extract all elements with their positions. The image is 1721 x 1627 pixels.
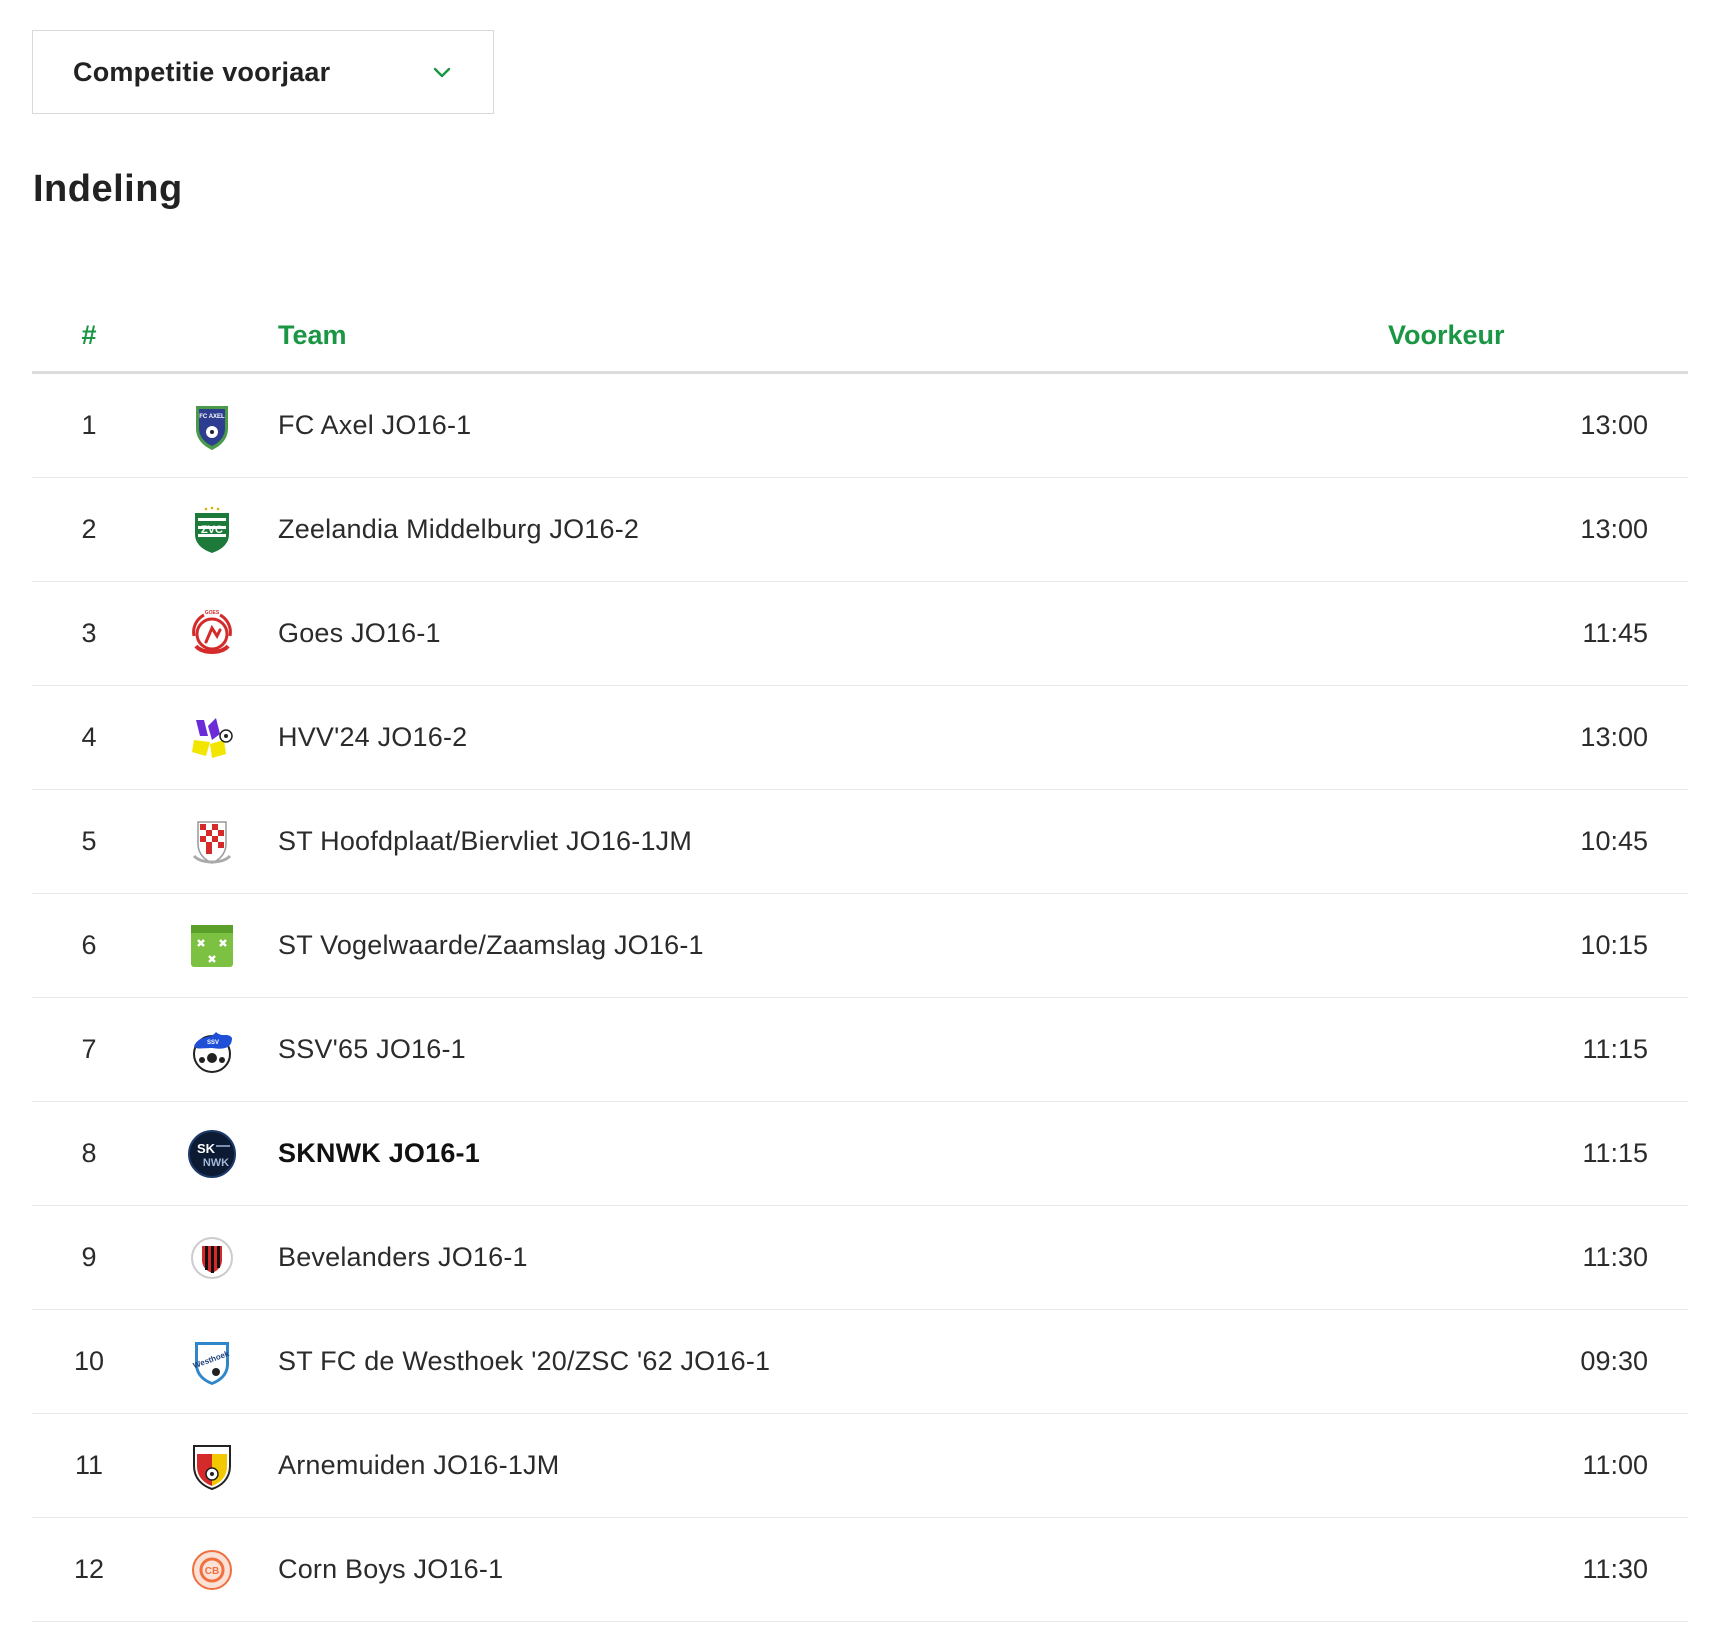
row-rank: 2 xyxy=(81,514,97,544)
row-rank: 8 xyxy=(81,1138,97,1168)
row-team-name: Arnemuiden JO16-1JM xyxy=(278,1450,560,1480)
table-row[interactable]: 11 Arnemuiden JO16-1JM 11:00 xyxy=(32,1414,1688,1518)
row-preference: 10:15 xyxy=(1580,930,1648,960)
row-team-name: Bevelanders JO16-1 xyxy=(278,1242,528,1272)
header-preference: Voorkeur xyxy=(1388,320,1505,350)
standings-table: # Team Voorkeur 1 FC AXEL FC Axel JO16-1… xyxy=(32,300,1688,1622)
row-preference: 13:00 xyxy=(1580,410,1648,440)
table-row[interactable]: 6 ST Vogelwaarde/Zaamslag JO16-1 10:15 xyxy=(32,894,1688,998)
row-preference: 13:00 xyxy=(1580,514,1648,544)
svg-text:CB: CB xyxy=(205,1566,219,1577)
row-team-name: FC Axel JO16-1 xyxy=(278,410,472,440)
row-preference: 09:30 xyxy=(1580,1346,1648,1376)
table-header: # Team Voorkeur xyxy=(32,300,1688,374)
vogelwaarde-zaamslag-logo xyxy=(191,924,233,967)
row-rank: 9 xyxy=(81,1242,97,1272)
header-team: Team xyxy=(278,320,347,350)
row-preference: 10:45 xyxy=(1580,826,1648,856)
row-rank: 6 xyxy=(81,930,97,960)
table-row[interactable]: 4 HVV'24 JO16-2 13:00 xyxy=(32,686,1688,790)
row-team-name: SKNWK JO16-1 xyxy=(278,1138,480,1168)
competition-select[interactable]: Competitie voorjaar xyxy=(32,30,494,114)
table-row[interactable]: 12 CB Corn Boys JO16-1 11:30 xyxy=(32,1518,1688,1622)
row-team-name: SSV'65 JO16-1 xyxy=(278,1034,466,1064)
ssv65-logo: SSV xyxy=(193,1031,232,1073)
row-rank: 4 xyxy=(81,722,97,752)
header-rank: # xyxy=(81,320,97,350)
row-team-name: Zeelandia Middelburg JO16-2 xyxy=(278,514,640,544)
svg-text:NWK: NWK xyxy=(203,1157,229,1169)
row-preference: 11:15 xyxy=(1582,1138,1648,1168)
row-rank: 5 xyxy=(81,826,97,856)
svg-text:SSV: SSV xyxy=(207,1040,219,1046)
table-row[interactable]: 3 GOES Goes JO16-1 11:45 xyxy=(32,582,1688,686)
table-row[interactable]: 7 SSV SSV'65 JO16-1 11:15 xyxy=(32,998,1688,1102)
svg-text:FC AXEL: FC AXEL xyxy=(199,414,225,420)
svg-text:SK: SK xyxy=(197,1141,216,1156)
row-team-name: ST FC de Westhoek '20/ZSC '62 JO16-1 xyxy=(278,1346,771,1376)
zeelandia-middelburg-logo: ZVC xyxy=(195,506,229,553)
table-row[interactable]: 10 Westhoek ST FC de Westhoek '20/ZSC '6… xyxy=(32,1310,1688,1414)
westhoek-logo: Westhoek xyxy=(192,1341,231,1385)
row-preference: 11:45 xyxy=(1582,618,1648,648)
arnemuiden-logo xyxy=(193,1444,231,1490)
row-rank: 11 xyxy=(74,1450,104,1480)
row-preference: 11:30 xyxy=(1582,1242,1648,1272)
page-title: Indeling xyxy=(33,168,183,210)
row-team-name: ST Hoofdplaat/Biervliet JO16-1JM xyxy=(278,826,693,856)
row-team-name: ST Vogelwaarde/Zaamslag JO16-1 xyxy=(278,930,704,960)
row-rank: 7 xyxy=(81,1034,97,1064)
row-preference: 11:30 xyxy=(1582,1554,1648,1584)
row-team-name: HVV'24 JO16-2 xyxy=(278,722,468,752)
hoofdplaat-biervliet-logo xyxy=(192,820,232,864)
table-row[interactable]: 9 Bevelanders JO16-1 11:30 xyxy=(32,1206,1688,1310)
page: Competitie voorjaar Indeling # Team Voor… xyxy=(0,0,1721,1627)
row-preference: 11:00 xyxy=(1582,1450,1648,1480)
table-row[interactable]: 5 ST Hoofdplaat/Biervliet JO16-1JM 10:45 xyxy=(32,790,1688,894)
table-row[interactable]: 1 FC AXEL FC Axel JO16-1 13:00 xyxy=(32,374,1688,478)
svg-text:ZVC: ZVC xyxy=(201,524,223,536)
row-rank: 12 xyxy=(73,1554,105,1584)
row-preference: 11:15 xyxy=(1582,1034,1648,1064)
competition-select-value: Competitie voorjaar xyxy=(73,56,331,87)
bevelanders-logo xyxy=(191,1236,233,1279)
row-team-name: Corn Boys JO16-1 xyxy=(278,1554,504,1584)
sknwk-logo: SK NWK xyxy=(188,1129,236,1178)
row-rank: 1 xyxy=(81,410,97,440)
corn-boys-logo: CB xyxy=(192,1549,232,1590)
row-rank: 10 xyxy=(73,1346,105,1376)
table-row[interactable]: 2 ZVC Zeelandia Middelburg JO16-2 13:00 xyxy=(32,478,1688,582)
hvv24-logo xyxy=(192,717,233,758)
fc-axel-logo: FC AXEL xyxy=(196,405,228,450)
chevron-down-icon xyxy=(431,61,453,83)
row-preference: 13:00 xyxy=(1580,722,1648,752)
table-row-own-team[interactable]: 8 SK NWK SKNWK JO16-1 11:15 xyxy=(32,1102,1688,1206)
svg-text:GOES: GOES xyxy=(205,610,220,616)
row-rank: 3 xyxy=(81,618,97,648)
goes-logo: GOES xyxy=(192,610,232,654)
row-team-name: Goes JO16-1 xyxy=(278,618,441,648)
